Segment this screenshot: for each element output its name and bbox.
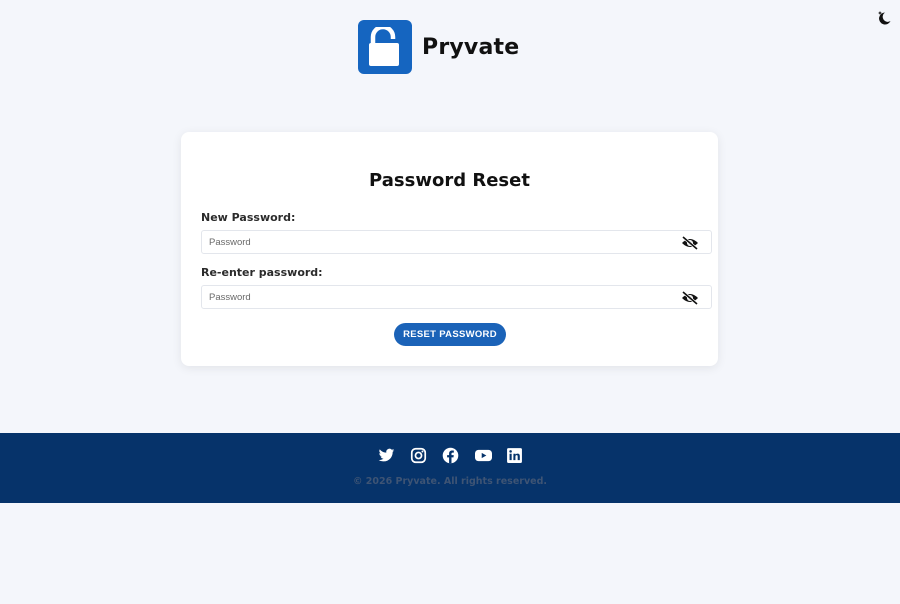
password-reset-card: Password Reset New Password: Re-enter pa…: [181, 132, 718, 366]
padlock-open-icon: [369, 27, 399, 66]
facebook-icon: [442, 447, 458, 464]
theme-toggle-button[interactable]: [876, 10, 892, 26]
eye-slash-icon: [682, 235, 698, 251]
instagram-icon: [410, 447, 426, 464]
brand-header[interactable]: Pryvate: [358, 20, 519, 74]
instagram-link[interactable]: [410, 447, 427, 464]
youtube-icon: [474, 449, 492, 462]
footer: © 2026 Pryvate. All rights reserved.: [0, 433, 900, 503]
linkedin-link[interactable]: [506, 447, 523, 464]
facebook-link[interactable]: [442, 447, 459, 464]
new-password-input[interactable]: [202, 231, 686, 253]
confirm-password-input[interactable]: [202, 286, 686, 308]
linkedin-icon: [506, 448, 522, 463]
page-title: Password Reset: [369, 170, 530, 191]
moon-stars-icon: [878, 11, 891, 25]
eye-slash-icon: [682, 290, 698, 306]
copyright-text: © 2026 Pryvate. All rights reserved.: [352, 476, 548, 487]
toggle-new-password-visibility[interactable]: [681, 235, 699, 251]
new-password-label: New Password:: [201, 211, 296, 224]
twitter-link[interactable]: [378, 447, 395, 464]
youtube-link[interactable]: [474, 447, 492, 464]
confirm-password-field: [201, 285, 712, 309]
social-links: [0, 447, 900, 464]
reset-password-button[interactable]: RESET PASSWORD: [394, 323, 506, 346]
new-password-field: [201, 230, 712, 254]
brand-name[interactable]: Pryvate: [422, 35, 519, 60]
logo[interactable]: [358, 20, 412, 74]
confirm-password-label: Re-enter password:: [201, 266, 323, 279]
page: Pryvate Password Reset New Password: Re-…: [0, 0, 900, 604]
twitter-icon: [378, 448, 394, 462]
toggle-confirm-password-visibility[interactable]: [681, 290, 699, 306]
